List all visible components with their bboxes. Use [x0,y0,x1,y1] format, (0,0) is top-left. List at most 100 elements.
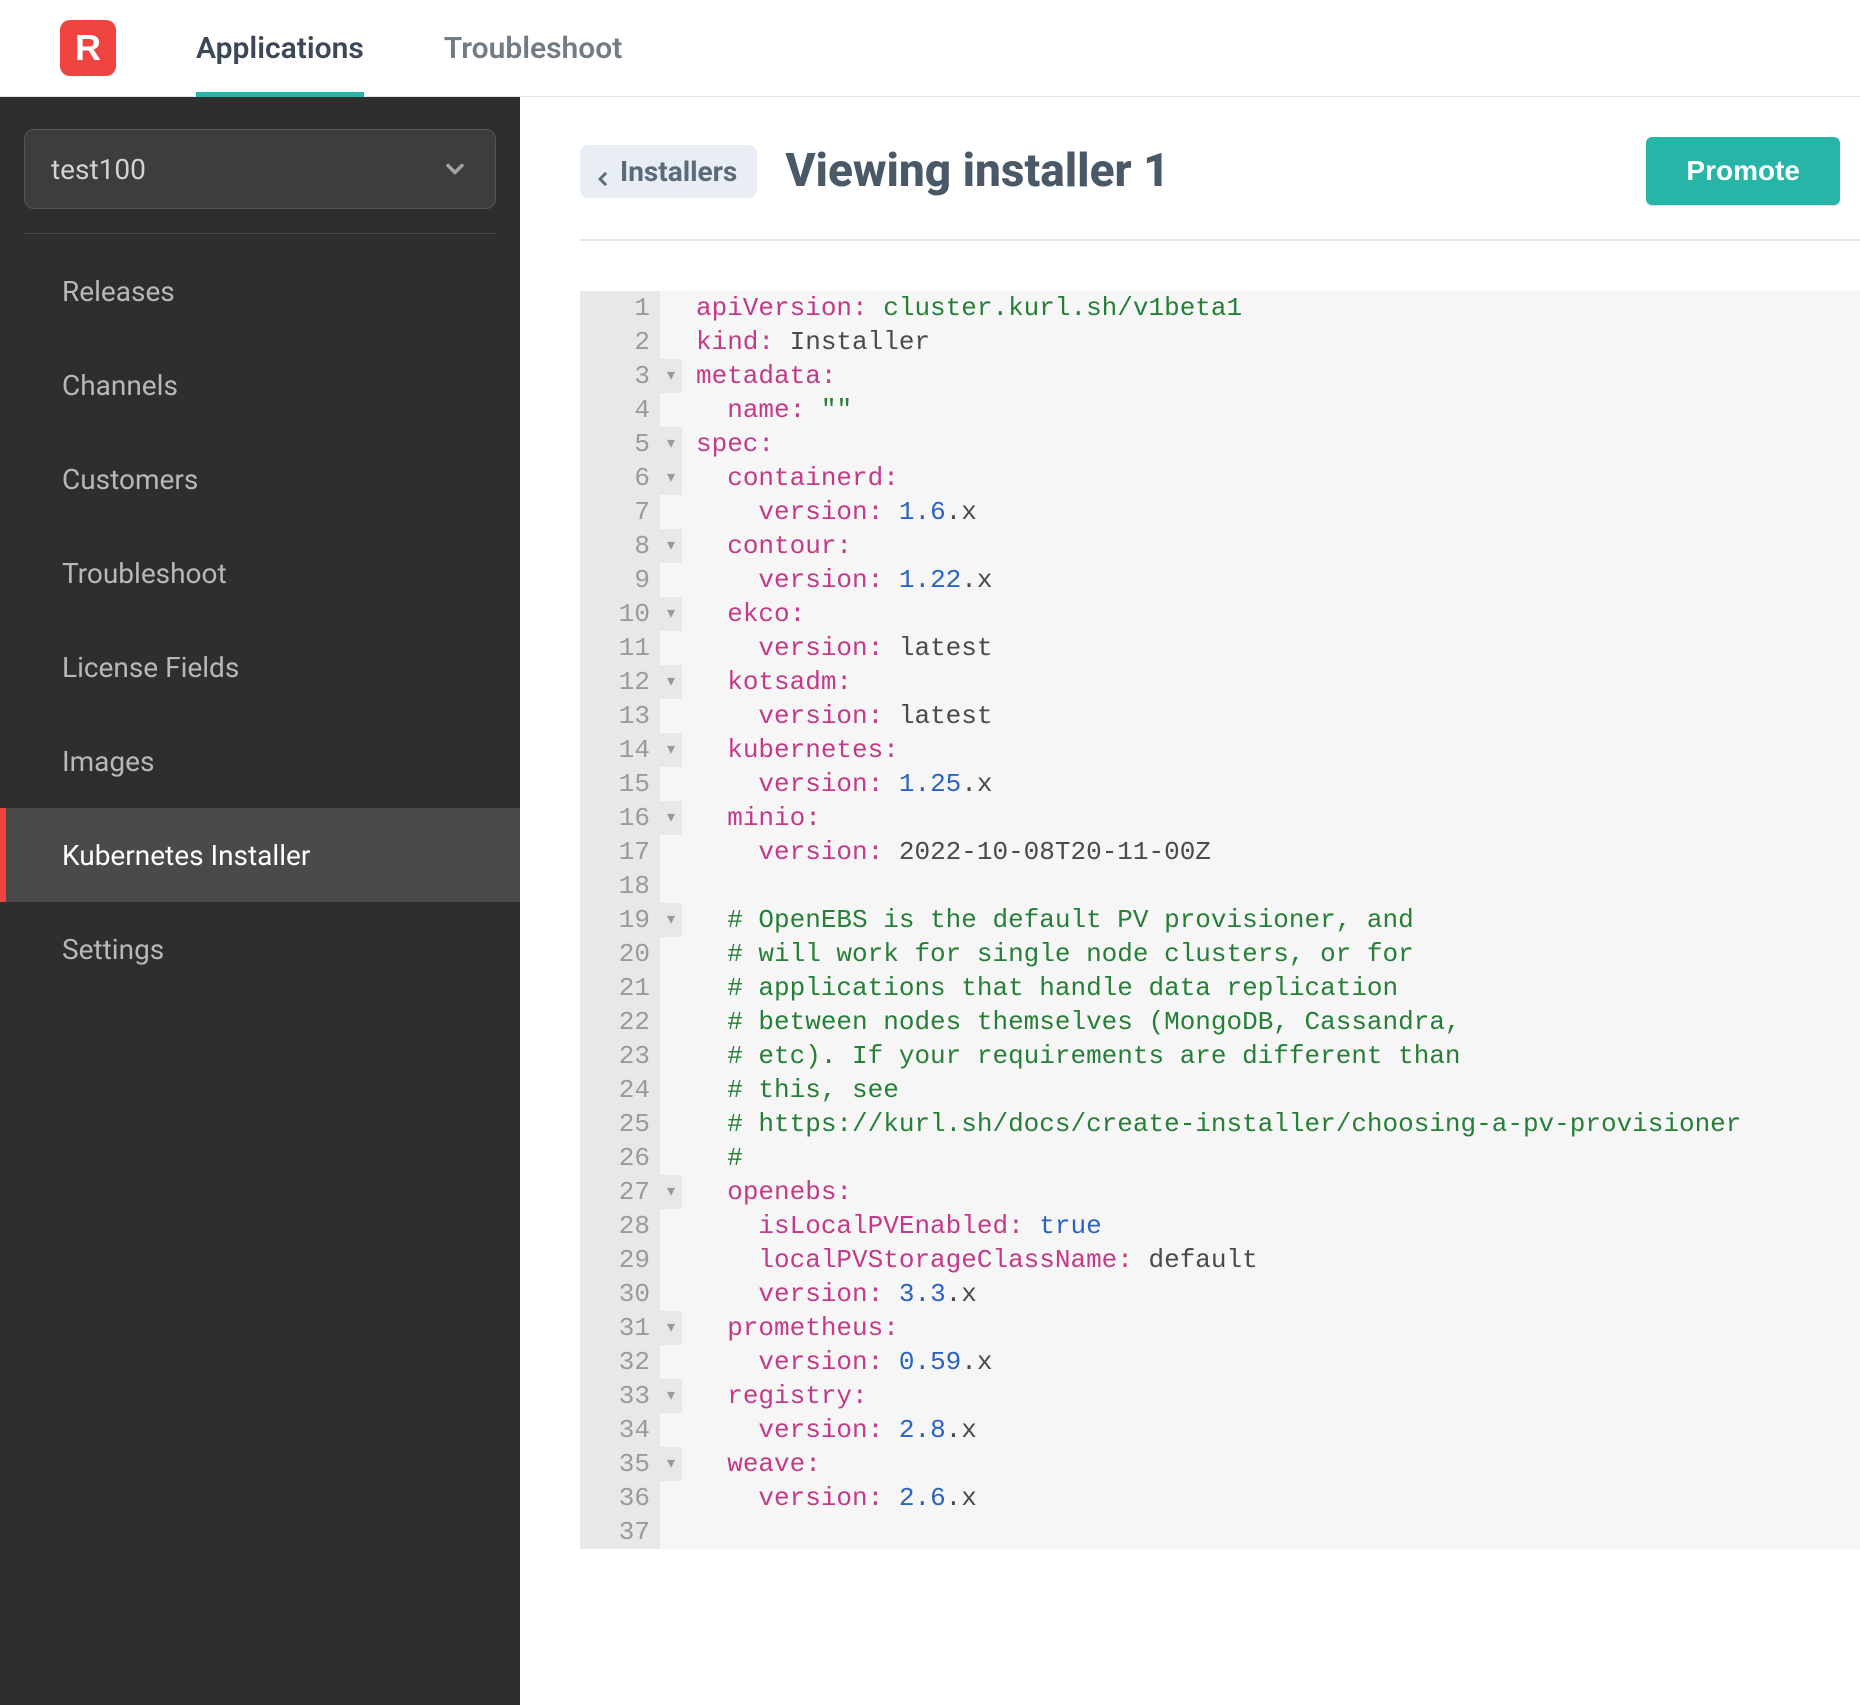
yaml-editor[interactable]: 1apiVersion: cluster.kurl.sh/v1beta12kin… [580,291,1860,1549]
fold-toggle-icon[interactable]: ▾ [660,1447,682,1481]
fold-toggle-icon[interactable]: ▾ [660,461,682,495]
editor-line[interactable]: 30 version: 3.3.x [580,1277,1860,1311]
code-content[interactable]: version: 3.3.x [682,1277,1860,1311]
code-content[interactable]: # this, see [682,1073,1860,1107]
fold-toggle-icon[interactable]: ▾ [660,359,682,393]
fold-toggle-icon[interactable]: ▾ [660,529,682,563]
editor-line[interactable]: 12▾ kotsadm: [580,665,1860,699]
editor-line[interactable]: 11 version: latest [580,631,1860,665]
fold-toggle-icon[interactable]: ▾ [660,733,682,767]
code-content[interactable]: version: latest [682,631,1860,665]
code-content[interactable]: version: 1.6.x [682,495,1860,529]
editor-line[interactable]: 35▾ weave: [580,1447,1860,1481]
code-content[interactable]: kubernetes: [682,733,1860,767]
sidebar-item-images[interactable]: Images [0,714,520,808]
editor-line[interactable]: 19▾ # OpenEBS is the default PV provisio… [580,903,1860,937]
editor-line[interactable]: 14▾ kubernetes: [580,733,1860,767]
fold-toggle-icon[interactable]: ▾ [660,1175,682,1209]
code-content[interactable]: name: "" [682,393,1860,427]
code-content[interactable]: ekco: [682,597,1860,631]
sidebar-item-kubernetes-installer[interactable]: Kubernetes Installer [0,808,520,902]
editor-line[interactable]: 27▾ openebs: [580,1175,1860,1209]
editor-line[interactable]: 9 version: 1.22.x [580,563,1860,597]
code-content[interactable]: # will work for single node clusters, or… [682,937,1860,971]
editor-line[interactable]: 3▾metadata: [580,359,1860,393]
fold-toggle-icon[interactable]: ▾ [660,597,682,631]
editor-line[interactable]: 23 # etc). If your requirements are diff… [580,1039,1860,1073]
fold-toggle-icon[interactable]: ▾ [660,801,682,835]
editor-line[interactable]: 24 # this, see [580,1073,1860,1107]
topnav-item-applications[interactable]: Applications [196,0,404,96]
code-content[interactable]: isLocalPVEnabled: true [682,1209,1860,1243]
editor-line[interactable]: 25 # https://kurl.sh/docs/create-install… [580,1107,1860,1141]
editor-line[interactable]: 8▾ contour: [580,529,1860,563]
code-content[interactable]: version: 0.59.x [682,1345,1860,1379]
code-content[interactable]: # OpenEBS is the default PV provisioner,… [682,903,1860,937]
editor-line[interactable]: 5▾spec: [580,427,1860,461]
editor-line[interactable]: 22 # between nodes themselves (MongoDB, … [580,1005,1860,1039]
editor-line[interactable]: 33▾ registry: [580,1379,1860,1413]
editor-line[interactable]: 18 [580,869,1860,903]
editor-line[interactable]: 7 version: 1.6.x [580,495,1860,529]
sidebar-item-customers[interactable]: Customers [0,432,520,526]
code-content[interactable]: weave: [682,1447,1860,1481]
sidebar-item-troubleshoot[interactable]: Troubleshoot [0,526,520,620]
editor-line[interactable]: 31▾ prometheus: [580,1311,1860,1345]
code-content[interactable]: apiVersion: cluster.kurl.sh/v1beta1 [682,291,1860,325]
breadcrumb-back[interactable]: Installers [580,145,757,198]
app-selector[interactable]: test100 [24,129,496,209]
code-content[interactable]: registry: [682,1379,1860,1413]
editor-line[interactable]: 1apiVersion: cluster.kurl.sh/v1beta1 [580,291,1860,325]
code-content[interactable]: spec: [682,427,1860,461]
editor-line[interactable]: 26 # [580,1141,1860,1175]
code-content[interactable]: version: 1.22.x [682,563,1860,597]
code-content[interactable]: version: 2022-10-08T20-11-00Z [682,835,1860,869]
line-number: 26 [580,1141,660,1175]
code-content[interactable]: version: 2.8.x [682,1413,1860,1447]
code-content[interactable]: kind: Installer [682,325,1860,359]
code-content[interactable]: contour: [682,529,1860,563]
fold-toggle-icon[interactable]: ▾ [660,665,682,699]
code-content[interactable]: containerd: [682,461,1860,495]
sidebar-item-license-fields[interactable]: License Fields [0,620,520,714]
code-content[interactable]: # https://kurl.sh/docs/create-installer/… [682,1107,1860,1141]
sidebar-item-releases[interactable]: Releases [0,244,520,338]
editor-line[interactable]: 2kind: Installer [580,325,1860,359]
fold-toggle-icon[interactable]: ▾ [660,1379,682,1413]
editor-line[interactable]: 32 version: 0.59.x [580,1345,1860,1379]
code-content[interactable]: metadata: [682,359,1860,393]
editor-line[interactable]: 34 version: 2.8.x [580,1413,1860,1447]
code-content[interactable]: version: 2.6.x [682,1481,1860,1515]
editor-line[interactable]: 10▾ ekco: [580,597,1860,631]
fold-toggle-icon[interactable]: ▾ [660,1311,682,1345]
code-content[interactable]: kotsadm: [682,665,1860,699]
code-content[interactable]: openebs: [682,1175,1860,1209]
code-content[interactable]: prometheus: [682,1311,1860,1345]
code-content[interactable]: # applications that handle data replicat… [682,971,1860,1005]
sidebar-item-settings[interactable]: Settings [0,902,520,996]
promote-button[interactable]: Promote [1646,137,1840,205]
editor-line[interactable]: 37 [580,1515,1860,1549]
code-content[interactable]: localPVStorageClassName: default [682,1243,1860,1277]
fold-toggle-icon[interactable]: ▾ [660,427,682,461]
editor-line[interactable]: 20 # will work for single node clusters,… [580,937,1860,971]
editor-line[interactable]: 6▾ containerd: [580,461,1860,495]
editor-line[interactable]: 4 name: "" [580,393,1860,427]
editor-line[interactable]: 36 version: 2.6.x [580,1481,1860,1515]
code-content[interactable]: minio: [682,801,1860,835]
editor-line[interactable]: 13 version: latest [580,699,1860,733]
topnav-item-troubleshoot[interactable]: Troubleshoot [444,0,663,96]
editor-line[interactable]: 16▾ minio: [580,801,1860,835]
code-content[interactable]: # [682,1141,1860,1175]
editor-line[interactable]: 21 # applications that handle data repli… [580,971,1860,1005]
code-content[interactable]: version: 1.25.x [682,767,1860,801]
editor-line[interactable]: 17 version: 2022-10-08T20-11-00Z [580,835,1860,869]
code-content[interactable]: # etc). If your requirements are differe… [682,1039,1860,1073]
code-content[interactable]: version: latest [682,699,1860,733]
editor-line[interactable]: 29 localPVStorageClassName: default [580,1243,1860,1277]
fold-toggle-icon[interactable]: ▾ [660,903,682,937]
editor-line[interactable]: 15 version: 1.25.x [580,767,1860,801]
code-content[interactable]: # between nodes themselves (MongoDB, Cas… [682,1005,1860,1039]
sidebar-item-channels[interactable]: Channels [0,338,520,432]
editor-line[interactable]: 28 isLocalPVEnabled: true [580,1209,1860,1243]
